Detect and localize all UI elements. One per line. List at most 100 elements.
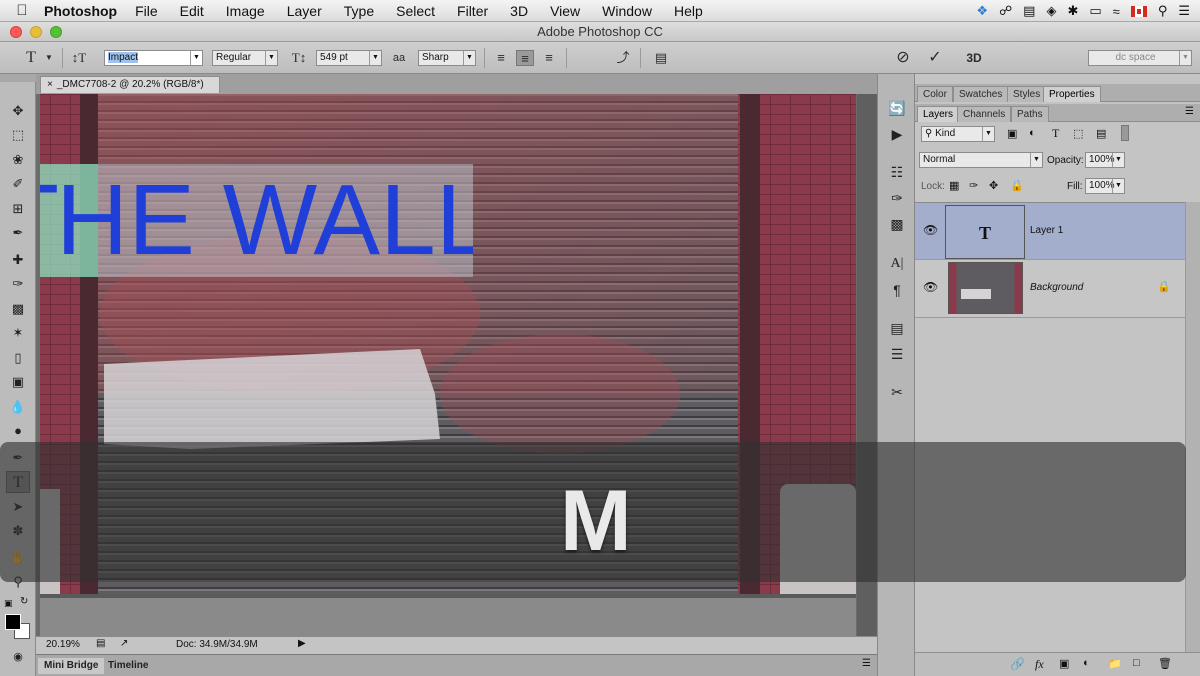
blend-mode-select[interactable]: Normal ▼ [919, 152, 1043, 168]
layer-filter-select[interactable]: ⚲ Kind ▼ [921, 126, 995, 142]
dropbox-icon[interactable]: ❖ [976, 3, 988, 19]
panel-grip[interactable] [0, 74, 36, 82]
menu-file[interactable]: File [135, 3, 158, 19]
tab-properties[interactable]: Properties [1043, 86, 1101, 102]
align-right-icon[interactable]: ≡ [540, 50, 558, 66]
menu-type[interactable]: Type [344, 3, 374, 19]
tab-styles[interactable]: Styles [1007, 86, 1047, 102]
history-brush-tool-icon[interactable]: ✶ [6, 322, 30, 344]
tab-paths[interactable]: Paths [1011, 106, 1049, 122]
panel-menu-icon[interactable]: ☰ [1185, 106, 1194, 117]
cancel-edits-icon[interactable]: ⊘ [894, 50, 912, 66]
layer-name[interactable]: Layer 1 [1030, 225, 1063, 236]
tab-mini-bridge[interactable]: Mini Bridge [38, 658, 105, 674]
airplay-icon[interactable]: ▭ [1089, 3, 1101, 19]
lock-image-icon[interactable]: ✑ [969, 179, 978, 192]
tool-presets-icon[interactable]: ✂ [887, 382, 907, 402]
type-tool-preset-icon[interactable]: T [22, 50, 40, 66]
filter-smart-object-icon[interactable]: ▤ [1096, 127, 1106, 140]
layer-style-icon[interactable]: fx [1035, 657, 1044, 672]
character-icon[interactable]: A| [887, 254, 907, 274]
delete-layer-icon[interactable]: 🗑 [1158, 657, 1172, 670]
lock-position-icon[interactable]: ✥ [989, 179, 998, 192]
zoom-window-button[interactable] [50, 26, 62, 38]
menu-view[interactable]: View [550, 3, 580, 19]
text-layer-box[interactable]: T HE WALL [40, 164, 473, 277]
add-mask-icon[interactable]: ▣ [1059, 657, 1069, 670]
layer-row-background[interactable]: 👁 Background 🔒 [915, 260, 1185, 318]
new-layer-icon[interactable]: □ [1133, 657, 1140, 669]
clone-stamp-tool-icon[interactable]: ▩ [6, 298, 30, 320]
filter-shape-icon[interactable]: ⬚ [1073, 127, 1083, 140]
creative-cloud-icon[interactable]: ☍ [999, 3, 1012, 19]
workspace-select[interactable]: dc space ▼ [1088, 50, 1192, 66]
eyedropper-tool-icon[interactable]: ✒ [6, 222, 30, 244]
share-icon[interactable]: ↗ [120, 638, 128, 649]
apple-menu-icon[interactable]:  [0, 2, 44, 19]
menu-window[interactable]: Window [602, 3, 652, 19]
shield-icon[interactable]: ◈ [1046, 3, 1056, 19]
filter-pixel-icon[interactable]: ▣ [1007, 127, 1017, 140]
toggle-text-orientation-icon[interactable]: ↕T [70, 50, 88, 66]
clone-source-icon[interactable]: ▩ [887, 214, 907, 234]
brush-presets-icon[interactable]: ✑ [887, 188, 907, 208]
dodge-tool-icon[interactable]: ● [6, 420, 30, 442]
new-group-icon[interactable]: 📁 [1108, 657, 1122, 670]
input-source-flag-icon[interactable] [1130, 5, 1147, 17]
minimize-window-button[interactable] [30, 26, 42, 38]
filter-toggle-switch[interactable] [1121, 125, 1129, 141]
preset-dropdown-icon[interactable]: ▼ [40, 50, 58, 66]
menu-select[interactable]: Select [396, 3, 435, 19]
tab-channels[interactable]: Channels [957, 106, 1012, 122]
adjustment-layer-icon[interactable]: ◐ [1083, 657, 1090, 669]
tab-timeline[interactable]: Timeline [102, 658, 154, 674]
bluetooth-icon[interactable]: ✱ [1067, 3, 1078, 19]
link-layers-icon[interactable]: 🔗 [1010, 657, 1025, 671]
default-colors-icon[interactable]: ▣ [4, 598, 13, 609]
tab-layers[interactable]: Layers [917, 106, 960, 122]
filter-adjustment-icon[interactable]: ◐ [1029, 127, 1036, 139]
foreground-color-swatch[interactable] [5, 614, 21, 630]
menu-image[interactable]: Image [226, 3, 265, 19]
menu-filter[interactable]: Filter [457, 3, 488, 19]
healing-brush-tool-icon[interactable]: ✚ [6, 249, 30, 271]
filter-type-icon[interactable]: T [1052, 126, 1059, 141]
quick-selection-tool-icon[interactable]: ✐ [6, 173, 30, 195]
status-menu-arrow-icon[interactable]: ▶ [298, 638, 306, 649]
blur-tool-icon[interactable]: 💧 [6, 396, 30, 418]
notes-icon[interactable]: ▤ [887, 318, 907, 338]
menu-3d[interactable]: 3D [510, 3, 528, 19]
close-tab-icon[interactable]: × [47, 79, 53, 90]
layer-name[interactable]: Background [1030, 282, 1083, 293]
marquee-tool-icon[interactable]: ⬚ [6, 124, 30, 146]
info-icon[interactable]: ☰ [887, 344, 907, 364]
document-info-icon[interactable]: ▤ [96, 638, 105, 649]
document-tab[interactable]: × _DMC7708-2 @ 20.2% (RGB/8*) [40, 76, 220, 93]
wifi-icon[interactable]: ≈ [1113, 4, 1120, 19]
close-window-button[interactable] [10, 26, 22, 38]
visibility-eye-icon[interactable]: 👁 [923, 280, 938, 294]
commit-edits-icon[interactable]: ✓ [926, 50, 944, 66]
3d-icon[interactable]: 3D [962, 50, 986, 66]
gradient-tool-icon[interactable]: ▣ [6, 371, 30, 393]
quick-mask-icon[interactable]: ◉ [6, 646, 30, 668]
brush-tool-icon[interactable]: ✑ [6, 273, 30, 295]
screen-share-icon[interactable]: ▤ [1023, 3, 1035, 19]
move-tool-icon[interactable]: ✥ [6, 100, 30, 122]
crop-tool-icon[interactable]: ⊞ [6, 198, 30, 220]
panel-menu-icon[interactable]: ☰ [862, 658, 871, 669]
layer-row-text[interactable]: 👁 T Layer 1 [915, 202, 1185, 260]
adjustments-icon[interactable]: ☷ [887, 162, 907, 182]
app-menu[interactable]: Photoshop [44, 3, 117, 19]
paragraph-icon[interactable]: ¶ [887, 280, 907, 300]
menu-help[interactable]: Help [674, 3, 703, 19]
lock-transparent-icon[interactable]: ▦ [949, 179, 959, 192]
font-family-select[interactable]: Impact ▼ [104, 50, 203, 66]
spotlight-search-icon[interactable]: ⚲ [1158, 3, 1168, 19]
align-left-icon[interactable]: ≡ [492, 50, 510, 66]
lasso-tool-icon[interactable]: ❀ [6, 149, 30, 171]
align-center-icon[interactable]: ≡ [516, 50, 534, 66]
eraser-tool-icon[interactable]: ▯ [6, 347, 30, 369]
tab-swatches[interactable]: Swatches [953, 86, 1009, 102]
font-size-select[interactable]: 549 pt ▼ [316, 50, 382, 66]
